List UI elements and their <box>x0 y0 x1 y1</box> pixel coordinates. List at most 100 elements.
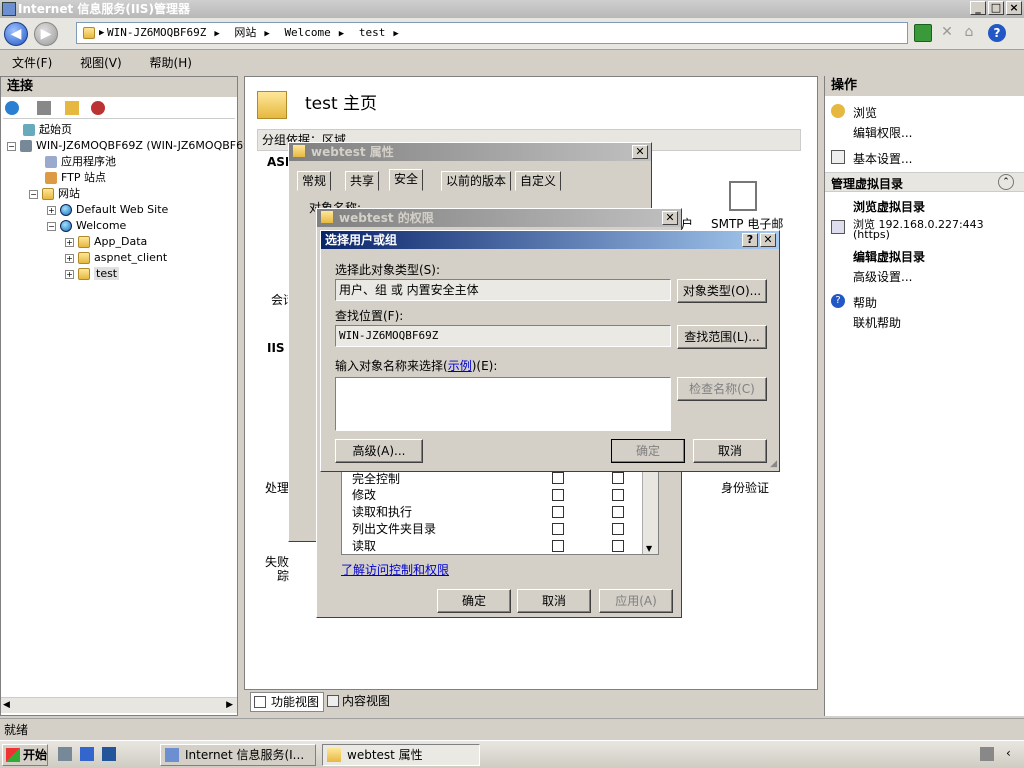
scroll-left-icon[interactable]: ◀ <box>3 700 10 710</box>
settings-icon <box>831 150 845 164</box>
home-icon[interactable]: ⌂ <box>960 24 978 42</box>
menu-file[interactable]: 文件(F) <box>0 52 64 74</box>
permissions-ok-button[interactable]: 确定 <box>437 589 511 613</box>
action-browse[interactable]: 浏览 <box>853 104 877 121</box>
menu-view[interactable]: 视图(V) <box>68 52 134 74</box>
tree-item-test[interactable]: + test <box>65 267 120 281</box>
help-icon[interactable]: ? <box>988 24 1006 42</box>
server-manager-icon[interactable] <box>58 747 72 761</box>
tab-general[interactable]: 常规 <box>297 171 332 191</box>
up-folder-icon[interactable] <box>65 101 79 115</box>
allow-checkbox[interactable] <box>552 489 564 501</box>
forward-button[interactable]: ▶ <box>34 22 58 46</box>
tree-item-welcome[interactable]: − Welcome <box>47 219 126 233</box>
collapse-icon[interactable]: − <box>29 189 38 199</box>
scroll-right-icon[interactable]: ▶ <box>226 700 233 710</box>
tree-item-ftp[interactable]: FTP 站点 <box>45 171 106 185</box>
permissions-cancel-button[interactable]: 取消 <box>517 589 591 613</box>
tab-customize[interactable]: 自定义 <box>515 171 562 191</box>
tree-item-server[interactable]: − WIN-JZ6MOQBF69Z (WIN-JZ6MOQBF69Z <box>7 139 258 153</box>
allow-checkbox[interactable] <box>552 540 564 552</box>
deny-checkbox[interactable] <box>612 472 624 484</box>
server-icon <box>20 140 32 152</box>
minimize-button[interactable]: _ <box>970 1 986 15</box>
allow-checkbox[interactable] <box>552 472 564 484</box>
tree-item-sites[interactable]: − 网站 <box>29 187 80 201</box>
examples-link[interactable]: 示例 <box>448 359 472 373</box>
collapse-icon[interactable]: − <box>47 221 56 231</box>
tree-item-app-pools[interactable]: 应用程序池 <box>45 155 116 169</box>
expand-icon[interactable]: + <box>65 253 74 263</box>
collapse-section-icon[interactable]: ⌃ <box>998 174 1014 190</box>
feature-handler[interactable]: 处理 <box>265 479 289 496</box>
properties-close-button[interactable]: ✕ <box>632 145 648 159</box>
vertical-scrollbar[interactable]: ▼ <box>642 470 658 554</box>
tree-item-aspnet-client[interactable]: + aspnet_client <box>65 251 167 265</box>
address-segment[interactable]: test <box>359 26 386 39</box>
smtp-icon[interactable] <box>729 181 757 211</box>
permissions-apply-button[interactable]: 应用(A) <box>599 589 673 613</box>
learn-access-control-link[interactable]: 了解访问控制和权限 <box>341 561 449 578</box>
menu-help[interactable]: 帮助(H) <box>138 52 204 74</box>
taskbar-iis-manager[interactable]: Internet 信息服务(I... <box>160 744 316 766</box>
address-bar[interactable]: ▶ WIN-JZ6MOQBF69Z ▶ 网站 ▶ Welcome ▶ test ▶ <box>76 22 908 44</box>
start-button[interactable]: 开始 <box>2 744 48 766</box>
action-help[interactable]: 帮助 <box>853 294 877 311</box>
object-types-button[interactable]: 对象类型(O)... <box>677 279 767 303</box>
tray-expand-icon[interactable]: ‹ <box>1006 746 1011 760</box>
tray-icon[interactable] <box>980 747 994 761</box>
expand-icon[interactable]: + <box>65 237 74 247</box>
tab-previous-versions[interactable]: 以前的版本 <box>441 171 512 191</box>
scroll-down-icon[interactable]: ▼ <box>646 544 652 553</box>
action-advanced-settings[interactable]: 高级设置... <box>853 268 912 285</box>
address-segment[interactable]: WIN-JZ6MOQBF69Z <box>107 26 206 39</box>
tab-sharing[interactable]: 共享 <box>345 171 380 191</box>
tab-security[interactable]: 安全 <box>389 169 424 191</box>
disconnect-icon[interactable] <box>91 101 105 115</box>
folder-icon <box>293 145 305 157</box>
stop-icon[interactable]: ✕ <box>938 24 956 42</box>
connect-icon[interactable] <box>5 101 19 115</box>
select-users-help-button[interactable]: ? <box>742 233 758 247</box>
feature-authentication[interactable]: 身份验证 <box>721 479 769 496</box>
tab-content-view[interactable]: 内容视图 <box>324 692 394 712</box>
save-icon[interactable] <box>37 101 51 115</box>
deny-checkbox[interactable] <box>612 523 624 535</box>
window-title: Internet 信息服务(IIS)管理器 <box>18 2 190 16</box>
permissions-close-button[interactable]: ✕ <box>662 211 678 225</box>
advanced-button[interactable]: 高级(A)... <box>335 439 423 463</box>
maximize-button[interactable]: □ <box>988 1 1004 15</box>
tree-item-default-site[interactable]: + Default Web Site <box>47 203 168 217</box>
action-basic-settings[interactable]: 基本设置... <box>853 150 912 167</box>
deny-checkbox[interactable] <box>612 489 624 501</box>
select-ok-button[interactable]: 确定 <box>611 439 685 463</box>
expand-icon[interactable]: + <box>65 269 74 279</box>
locations-button[interactable]: 查找范围(L)... <box>677 325 767 349</box>
feature-tracing[interactable]: 踪 <box>277 567 289 584</box>
powershell-icon[interactable] <box>80 747 94 761</box>
show-desktop-icon[interactable] <box>102 747 116 761</box>
select-users-close-button[interactable]: ✕ <box>760 233 776 247</box>
close-button[interactable]: × <box>1006 1 1022 15</box>
address-segment[interactable]: 网站 <box>234 26 256 39</box>
address-segment[interactable]: Welcome <box>284 26 330 39</box>
deny-checkbox[interactable] <box>612 506 624 518</box>
allow-checkbox[interactable] <box>552 523 564 535</box>
select-cancel-button[interactable]: 取消 <box>693 439 767 463</box>
horizontal-scrollbar[interactable]: ◀ ▶ <box>1 697 237 713</box>
object-names-input[interactable] <box>335 377 671 431</box>
taskbar-webtest-props[interactable]: webtest 属性 <box>322 744 480 766</box>
allow-checkbox[interactable] <box>552 506 564 518</box>
tree-item-app-data[interactable]: + App_Data <box>65 235 147 249</box>
action-online-help[interactable]: 联机帮助 <box>853 314 901 331</box>
deny-checkbox[interactable] <box>612 540 624 552</box>
action-edit-permissions[interactable]: 编辑权限... <box>853 124 912 141</box>
tree-item-start-page[interactable]: 起始页 <box>23 123 72 137</box>
tab-features-view[interactable]: 功能视图 <box>250 692 325 712</box>
back-button[interactable]: ◀ <box>4 22 28 46</box>
refresh-icon[interactable] <box>914 24 932 42</box>
expand-icon[interactable]: + <box>47 205 56 215</box>
collapse-icon[interactable]: − <box>7 141 16 151</box>
resize-grip-icon[interactable]: ◢ <box>770 459 777 469</box>
check-names-button[interactable]: 检查名称(C) <box>677 377 767 401</box>
